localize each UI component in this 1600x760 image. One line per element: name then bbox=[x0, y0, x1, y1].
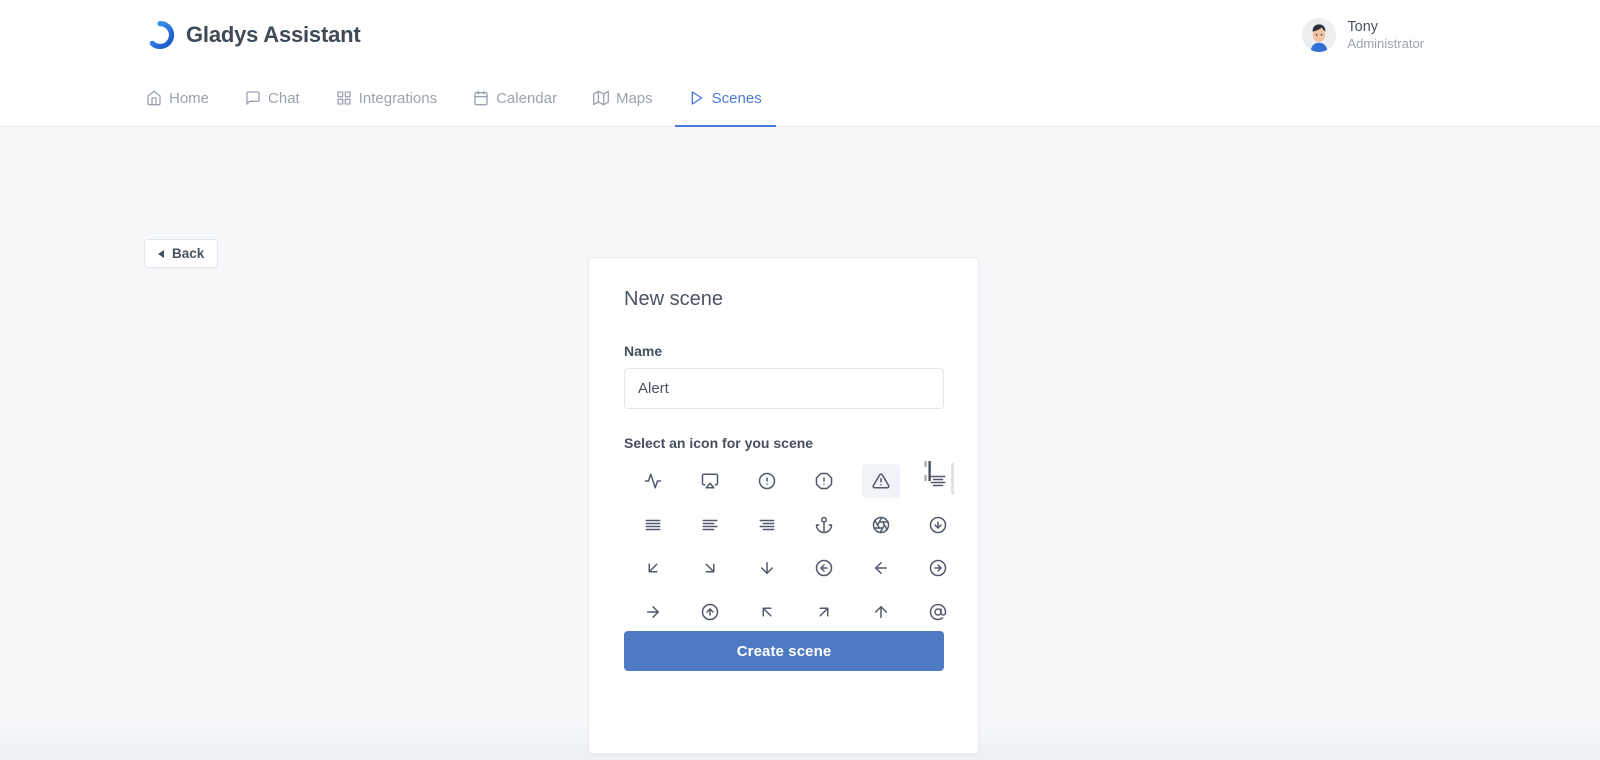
icon-option-alert-circle[interactable] bbox=[748, 464, 786, 498]
nav-item-integrations[interactable]: Integrations bbox=[322, 71, 451, 127]
brand[interactable]: Gladys Assistant bbox=[146, 21, 361, 49]
nav-item-home[interactable]: Home bbox=[146, 71, 223, 127]
icon-picker-grid-wrapper bbox=[624, 459, 954, 631]
icon-option-at-sign[interactable] bbox=[919, 595, 955, 629]
back-button[interactable]: Back bbox=[144, 239, 218, 268]
icon-option-align-right[interactable] bbox=[748, 508, 786, 542]
triangle-left-icon bbox=[158, 250, 164, 258]
user-role: Administrator bbox=[1347, 36, 1424, 52]
nav-item-label: Maps bbox=[616, 90, 653, 107]
map-icon bbox=[593, 90, 609, 106]
icon-option-arrow-down-left[interactable] bbox=[634, 551, 672, 585]
calendar-icon bbox=[473, 90, 489, 106]
icon-option-aperture[interactable] bbox=[862, 508, 900, 542]
icon-option-arrow-up-right[interactable] bbox=[805, 595, 843, 629]
grid-icon bbox=[336, 90, 352, 106]
nav-item-chat[interactable]: Chat bbox=[231, 71, 314, 127]
icon-grid-scrollbar-thumb[interactable] bbox=[951, 463, 954, 495]
user-name: Tony bbox=[1347, 18, 1424, 36]
icon-option-arrow-left[interactable] bbox=[862, 551, 900, 585]
main-nav: Home Chat Integrations Calendar bbox=[0, 70, 1600, 127]
nav-item-scenes[interactable]: Scenes bbox=[675, 71, 776, 127]
icon-option-arrow-down-right[interactable] bbox=[691, 551, 729, 585]
back-button-label: Back bbox=[172, 246, 204, 261]
page-content: Back New scene Name Select an icon for y… bbox=[0, 127, 1600, 760]
message-square-icon bbox=[245, 90, 261, 106]
icon-option-anchor[interactable] bbox=[805, 508, 843, 542]
user-menu[interactable]: Tony Administrator bbox=[1302, 18, 1572, 52]
icon-option-arrow-up-circle[interactable] bbox=[691, 595, 729, 629]
icon-option-arrow-left-circle[interactable] bbox=[805, 551, 843, 585]
scene-name-input[interactable] bbox=[624, 368, 944, 409]
nav-item-label: Scenes bbox=[712, 90, 762, 107]
home-icon bbox=[146, 90, 162, 106]
nav-item-maps[interactable]: Maps bbox=[579, 71, 667, 127]
icon-option-arrow-right-circle[interactable] bbox=[919, 551, 955, 585]
name-field-label: Name bbox=[624, 343, 943, 359]
new-scene-card: New scene Name Select an icon for you sc… bbox=[588, 257, 979, 754]
icon-option-arrow-up-left[interactable] bbox=[748, 595, 786, 629]
gladys-ring-logo-icon bbox=[146, 21, 174, 49]
icon-option-align-center[interactable] bbox=[919, 464, 955, 498]
icon-option-arrow-right[interactable] bbox=[634, 595, 672, 629]
nav-item-label: Integrations bbox=[359, 90, 437, 107]
brand-name: Gladys Assistant bbox=[186, 22, 361, 48]
page-title: New scene bbox=[624, 288, 943, 311]
app-header: Gladys Assistant Tony Administ bbox=[0, 0, 1600, 70]
icon-option-arrow-down-circle[interactable] bbox=[919, 508, 955, 542]
create-scene-button[interactable]: Create scene bbox=[624, 631, 944, 671]
icon-option-arrow-up[interactable] bbox=[862, 595, 900, 629]
play-icon bbox=[689, 90, 705, 106]
avatar bbox=[1302, 18, 1336, 52]
icon-option-alert-triangle[interactable] bbox=[862, 464, 900, 498]
icon-picker-grid bbox=[624, 459, 954, 631]
icon-option-activity[interactable] bbox=[634, 464, 672, 498]
app-page: Gladys Assistant Tony Administ bbox=[0, 0, 1600, 760]
icon-option-align-left[interactable] bbox=[691, 508, 729, 542]
icon-option-airplay[interactable] bbox=[691, 464, 729, 498]
icon-picker-label: Select an icon for you scene bbox=[624, 435, 943, 451]
icon-option-arrow-down[interactable] bbox=[748, 551, 786, 585]
icon-option-alert-octagon[interactable] bbox=[805, 464, 843, 498]
icon-grid-scrollbar[interactable] bbox=[951, 463, 954, 631]
nav-item-label: Chat bbox=[268, 90, 300, 107]
icon-option-align-justify[interactable] bbox=[634, 508, 672, 542]
nav-item-label: Home bbox=[169, 90, 209, 107]
nav-item-calendar[interactable]: Calendar bbox=[459, 71, 571, 127]
nav-item-label: Calendar bbox=[496, 90, 557, 107]
nav-list: Home Chat Integrations Calendar bbox=[146, 70, 784, 126]
user-text: Tony Administrator bbox=[1347, 18, 1424, 52]
